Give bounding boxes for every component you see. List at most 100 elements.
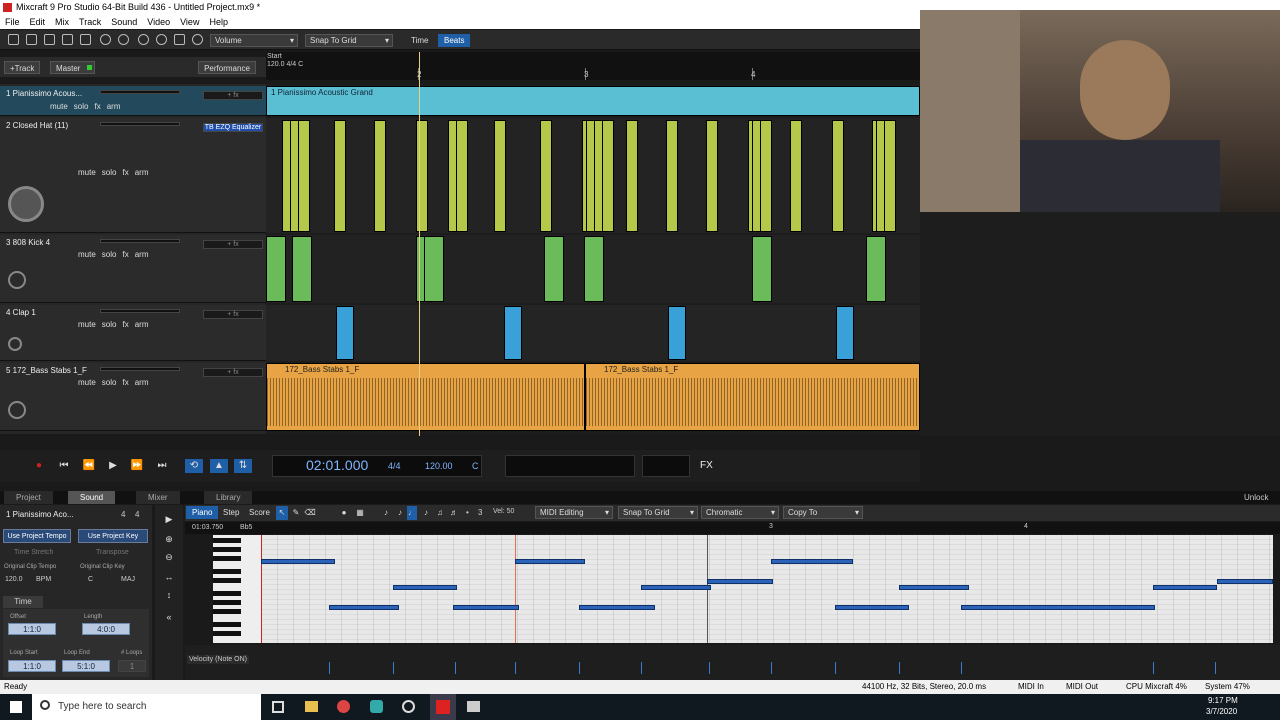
instrument-icon[interactable] <box>8 401 26 419</box>
loop-end-field[interactable]: 5:1:0 <box>62 660 110 672</box>
hat-clip[interactable] <box>298 120 310 232</box>
zoom-out-icon[interactable]: ⊖ <box>160 550 178 564</box>
solo-button[interactable]: solo <box>102 250 117 259</box>
camera-icon[interactable] <box>467 701 480 712</box>
zoom-in-icon[interactable] <box>138 34 149 45</box>
mute-button[interactable]: mute <box>50 102 68 111</box>
beats-toggle[interactable]: Beats <box>438 34 471 47</box>
loop-icon[interactable]: ⟲ <box>185 459 203 473</box>
track-header-2[interactable]: 2 Closed Hat (11) TB EZQ Equalizer mute s… <box>0 118 266 233</box>
midi-note[interactable] <box>771 559 853 564</box>
tab-library[interactable]: Library <box>204 491 253 504</box>
timeline-ruler[interactable]: Start 120.0 4/4 C 2 3 4 <box>266 52 920 80</box>
hat-clip[interactable] <box>416 120 428 232</box>
count-in-icon[interactable]: ⇅ <box>234 459 252 473</box>
kick-clip[interactable] <box>752 236 772 302</box>
mute-button[interactable]: mute <box>78 168 96 177</box>
mute-button[interactable]: mute <box>78 320 96 329</box>
track-name[interactable]: 5 172_Bass Stabs 1_F <box>6 366 87 375</box>
new-file-icon[interactable] <box>8 34 19 45</box>
piano-clip[interactable]: 1 Pianissimo Acoustic Grand <box>266 86 920 116</box>
note-1-icon[interactable]: ♬ <box>449 506 459 520</box>
hat-clip[interactable] <box>540 120 552 232</box>
volume-dropdown[interactable]: Volume <box>210 34 298 47</box>
horizontal-fit-icon[interactable]: ↔ <box>160 570 178 584</box>
quantize-icon[interactable]: ▦ <box>352 506 368 520</box>
midi-note[interactable] <box>961 605 1155 610</box>
loops-field[interactable]: 1 <box>118 660 146 672</box>
note-8-icon[interactable]: ♩ <box>407 506 417 520</box>
note-2-icon[interactable]: ♫ <box>435 506 445 520</box>
tab-project[interactable]: Project <box>4 491 53 504</box>
volume-fader[interactable] <box>100 122 180 126</box>
kick-clip[interactable] <box>584 236 604 302</box>
clap-lane[interactable] <box>266 305 920 361</box>
chrome-icon[interactable] <box>337 700 350 713</box>
pencil-tool-icon[interactable]: ✎ <box>290 506 302 520</box>
arrangement-lanes[interactable]: 1 Pianissimo Acoustic Grand 172_Bass Sta… <box>266 84 920 434</box>
add-track-button[interactable]: +Track <box>4 61 41 74</box>
arm-button[interactable]: arm <box>135 250 149 259</box>
hat-clip[interactable] <box>374 120 386 232</box>
hat-clip[interactable] <box>832 120 844 232</box>
hat-clip[interactable] <box>790 120 802 232</box>
key-field[interactable]: C <box>88 576 93 583</box>
save-icon[interactable] <box>44 34 55 45</box>
solo-button[interactable]: solo <box>74 102 89 111</box>
track-name[interactable]: 3 808 Kick 4 <box>6 238 50 247</box>
track-header-5[interactable]: 5 172_Bass Stabs 1_F + fx mute solo fx arm <box>0 363 266 431</box>
hat-clip[interactable] <box>626 120 638 232</box>
solo-button[interactable]: solo <box>102 320 117 329</box>
triplet-value[interactable]: 3 <box>478 508 482 517</box>
tempo-field[interactable]: 120.0 <box>5 576 23 583</box>
kick-clip[interactable] <box>266 236 286 302</box>
transpose-label[interactable]: Transpose <box>96 549 129 556</box>
sig-denominator[interactable]: 4 <box>135 510 139 519</box>
arm-button[interactable]: arm <box>135 320 149 329</box>
time-tab[interactable]: Time <box>3 596 43 608</box>
fx-button[interactable]: FX <box>700 460 713 471</box>
midi-note[interactable] <box>393 585 457 590</box>
track-name[interactable]: 4 Clap 1 <box>6 308 36 317</box>
time-signature[interactable]: 4/4 <box>388 461 401 471</box>
clock-time[interactable]: 9:17 PM <box>1208 696 1238 705</box>
bass-clip-2[interactable]: 172_Bass Stabs 1_F <box>585 363 920 431</box>
mixcraft-taskbar-icon[interactable] <box>430 694 456 720</box>
unlock-button[interactable]: Unlock <box>1232 491 1280 504</box>
clock-date[interactable]: 3/7/2020 <box>1206 707 1237 716</box>
clap-clip[interactable] <box>836 306 854 360</box>
dotted-toggle[interactable]: • <box>466 508 469 517</box>
record-icon[interactable]: ● <box>30 459 48 473</box>
use-project-tempo-button[interactable]: Use Project Tempo <box>3 529 71 543</box>
instrument-icon[interactable] <box>8 337 22 351</box>
metronome-icon[interactable]: ▲ <box>210 459 228 473</box>
select-tool-icon[interactable]: ↖ <box>276 506 288 520</box>
length-field[interactable]: 4:0:0 <box>82 623 130 635</box>
mute-button[interactable]: mute <box>78 250 96 259</box>
tempo-value[interactable]: 120.00 <box>425 461 453 471</box>
snap-dropdown[interactable]: Snap To Grid <box>305 34 393 47</box>
note-32-icon[interactable]: ♪ <box>381 506 391 520</box>
midi-note[interactable] <box>835 605 909 610</box>
task-view-icon[interactable] <box>272 701 284 713</box>
obs-icon[interactable] <box>402 700 415 713</box>
snap-dropdown[interactable]: Snap To Grid <box>618 506 698 519</box>
midi-note[interactable] <box>515 559 585 564</box>
scale-dropdown[interactable]: Chromatic <box>701 506 779 519</box>
midi-note[interactable] <box>1153 585 1217 590</box>
menu-view[interactable]: View <box>175 15 204 29</box>
velocity-dropdown[interactable]: Velocity (Note ON) <box>187 655 249 664</box>
fx-slot[interactable]: + fx <box>203 240 263 249</box>
tab-piano[interactable]: Piano <box>186 506 219 519</box>
mode-field[interactable]: MAJ <box>121 576 135 583</box>
rewind-icon[interactable]: ⏪ <box>80 459 98 473</box>
menu-sound[interactable]: Sound <box>106 15 142 29</box>
erase-tool-icon[interactable]: ⌫ <box>304 506 316 520</box>
clap-clip[interactable] <box>336 306 354 360</box>
hat-clip[interactable] <box>456 120 468 232</box>
use-project-key-button[interactable]: Use Project Key <box>78 529 148 543</box>
play-icon[interactable]: ▶ <box>104 459 122 473</box>
split-icon[interactable] <box>80 34 91 45</box>
volume-fader[interactable] <box>100 90 180 94</box>
zoom-in-icon[interactable]: ⊕ <box>160 532 178 546</box>
